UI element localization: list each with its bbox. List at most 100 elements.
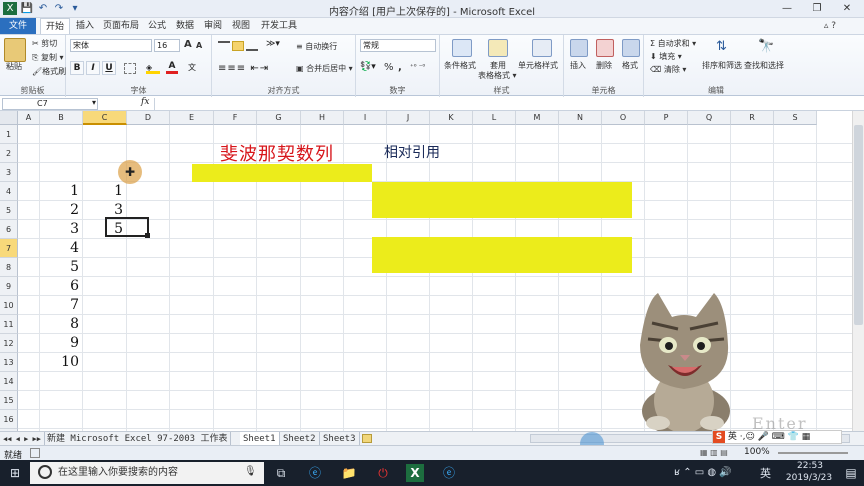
row-header-6[interactable]: 6 bbox=[0, 220, 18, 239]
tab-view[interactable]: 视图 bbox=[228, 18, 254, 34]
fill-button[interactable]: ⬇ 填充 ▾ bbox=[650, 51, 682, 62]
view-icons[interactable]: ▦ ▥ ▤ bbox=[700, 448, 728, 457]
format-cells-button[interactable]: 格式 bbox=[622, 60, 638, 71]
edge-browser-icon-2[interactable]: ⓔ bbox=[440, 464, 458, 482]
cell-b12[interactable]: 9 bbox=[40, 335, 79, 351]
bold-button[interactable]: B bbox=[70, 61, 84, 75]
paste-icon[interactable] bbox=[4, 38, 26, 62]
tab-formulas[interactable]: 公式 bbox=[144, 18, 170, 34]
insert-sheet-icon[interactable] bbox=[362, 434, 372, 443]
insert-cells-button[interactable]: 插入 bbox=[570, 60, 586, 71]
tab-data[interactable]: 数据 bbox=[172, 18, 198, 34]
column-header-b[interactable]: B bbox=[40, 111, 83, 125]
restore-icon[interactable]: ❐ bbox=[802, 0, 832, 18]
font-size-select[interactable]: 16 bbox=[154, 39, 180, 52]
row-header-4[interactable]: 4 bbox=[0, 182, 18, 201]
autosum-button[interactable]: Σ 自动求和 ▾ bbox=[650, 38, 696, 49]
table-format-icon[interactable] bbox=[488, 39, 508, 57]
number-format-select[interactable]: 常规 bbox=[360, 39, 436, 52]
shrink-font-button[interactable]: A bbox=[196, 41, 202, 50]
ime-language[interactable]: 英 bbox=[728, 432, 737, 442]
sheet-tab-sheet2[interactable]: Sheet2 bbox=[280, 432, 320, 446]
notifications-icon[interactable]: ▤ bbox=[842, 464, 860, 482]
select-all-corner[interactable] bbox=[0, 111, 18, 125]
format-cells-icon[interactable] bbox=[622, 39, 640, 57]
column-header-e[interactable]: E bbox=[170, 111, 214, 125]
tab-insert[interactable]: 插入 bbox=[72, 18, 98, 34]
sheet-tab-sheet1[interactable]: Sheet1 bbox=[240, 432, 280, 446]
formula-input[interactable] bbox=[154, 98, 850, 110]
cell-b6[interactable]: 3 bbox=[40, 221, 79, 237]
worksheet-grid[interactable]: ABCDEFGHIJKLMNOPQRS 1 2 3 4 5 6 7 8 9 10 11 12 13 14 1… bbox=[0, 111, 852, 431]
task-view-icon[interactable]: ⧉ bbox=[272, 464, 290, 482]
vertical-scroll-thumb[interactable] bbox=[854, 125, 863, 325]
column-header-o[interactable]: O bbox=[602, 111, 645, 125]
tab-developer[interactable]: 开发工具 bbox=[258, 18, 300, 34]
active-cell-c7[interactable] bbox=[105, 217, 149, 237]
redo-icon[interactable]: ↷ bbox=[52, 2, 66, 15]
row-header-10[interactable]: 10 bbox=[0, 296, 18, 315]
sheet-tab-sheet3[interactable]: Sheet3 bbox=[320, 432, 360, 446]
clock-time[interactable]: 22:53 bbox=[788, 461, 832, 471]
recorder-app-icon[interactable]: ⏻ bbox=[374, 464, 392, 482]
horizontal-align-icons[interactable]: ≡≡≡ ⇤⇥ bbox=[218, 63, 269, 74]
column-header-h[interactable]: H bbox=[301, 111, 344, 125]
customize-qat-icon[interactable]: ▾ bbox=[68, 2, 82, 15]
cell-c5[interactable]: 3 bbox=[83, 202, 123, 218]
tray-ime-indicator[interactable]: 英 bbox=[760, 465, 771, 481]
row-header-2[interactable]: 2 bbox=[0, 144, 18, 163]
table-format-label[interactable]: 表格格式 ▾ bbox=[478, 70, 517, 81]
column-header-g[interactable]: G bbox=[257, 111, 301, 125]
microphone-icon[interactable]: 🎙 bbox=[244, 466, 257, 477]
taskbar-search-input[interactable]: 在这里输入你要搜索的内容 bbox=[30, 462, 264, 484]
cell-b5[interactable]: 2 bbox=[40, 202, 79, 218]
excel-taskbar-icon[interactable]: X bbox=[406, 464, 424, 482]
decimal-icons[interactable]: ⁺⁰ ⁻⁰ bbox=[410, 63, 425, 71]
vertical-scrollbar[interactable] bbox=[852, 111, 864, 431]
row-header-1[interactable]: 1 bbox=[0, 125, 18, 144]
cell-styles-icon[interactable] bbox=[532, 39, 552, 57]
merge-center-button[interactable]: ▣ 合并后居中 ▾ bbox=[296, 63, 353, 74]
row-header-13[interactable]: 13 bbox=[0, 353, 18, 372]
name-box[interactable]: C7 bbox=[2, 98, 98, 110]
cell-b7[interactable]: 4 bbox=[40, 240, 79, 256]
column-header-d[interactable]: D bbox=[127, 111, 170, 125]
cell-b8[interactable]: 5 bbox=[40, 259, 79, 275]
row-header-9[interactable]: 9 bbox=[0, 277, 18, 296]
zoom-level[interactable]: 100% bbox=[744, 447, 770, 457]
find-select-icon[interactable]: 🔭 bbox=[758, 39, 774, 54]
row-header-14[interactable]: 14 bbox=[0, 372, 18, 391]
percent-button[interactable]: % bbox=[384, 62, 394, 73]
column-header-l[interactable]: L bbox=[473, 111, 516, 125]
find-select-button[interactable]: 查找和选择 bbox=[744, 60, 784, 71]
wrap-text-button[interactable]: ≡ 自动换行 bbox=[296, 41, 337, 52]
font-color-icon[interactable]: A bbox=[166, 61, 178, 74]
cell-b10[interactable]: 7 bbox=[40, 297, 79, 313]
sort-filter-icon[interactable]: ⇅ bbox=[716, 39, 727, 54]
insert-cells-icon[interactable] bbox=[570, 39, 588, 57]
copy-button[interactable]: ⎘ 复制 ▾ bbox=[32, 52, 64, 63]
tab-home[interactable]: 开始 bbox=[40, 18, 70, 34]
cell-styles-button[interactable]: 单元格样式 bbox=[518, 60, 558, 71]
border-icon[interactable] bbox=[124, 63, 136, 74]
column-header-q[interactable]: Q bbox=[688, 111, 731, 125]
name-box-dropdown-icon[interactable]: ▾ bbox=[92, 98, 96, 107]
format-painter-button[interactable]: 🖌格式刷 bbox=[32, 66, 66, 77]
tab-page-layout[interactable]: 页面布局 bbox=[100, 18, 142, 34]
column-header-k[interactable]: K bbox=[430, 111, 473, 125]
delete-cells-icon[interactable] bbox=[596, 39, 614, 57]
macro-record-icon[interactable] bbox=[30, 448, 40, 458]
comma-button[interactable]: , bbox=[398, 62, 402, 73]
row-header-8[interactable]: 8 bbox=[0, 258, 18, 277]
column-header-p[interactable]: P bbox=[645, 111, 688, 125]
zoom-slider[interactable] bbox=[778, 452, 848, 454]
row-header-15[interactable]: 15 bbox=[0, 391, 18, 410]
fill-color-icon[interactable]: ◈ bbox=[146, 63, 160, 74]
cell-b13[interactable]: 10 bbox=[40, 354, 79, 370]
insert-function-button[interactable]: fx bbox=[141, 97, 149, 107]
row-header-5[interactable]: 5 bbox=[0, 201, 18, 220]
row-header-16[interactable]: 16 bbox=[0, 410, 18, 429]
tray-icons[interactable]: ʁ ⌃ ▭ ◍ 🔊 bbox=[674, 467, 732, 478]
edge-browser-icon[interactable]: ⓔ bbox=[306, 464, 324, 482]
font-name-select[interactable]: 宋体 bbox=[70, 39, 152, 52]
